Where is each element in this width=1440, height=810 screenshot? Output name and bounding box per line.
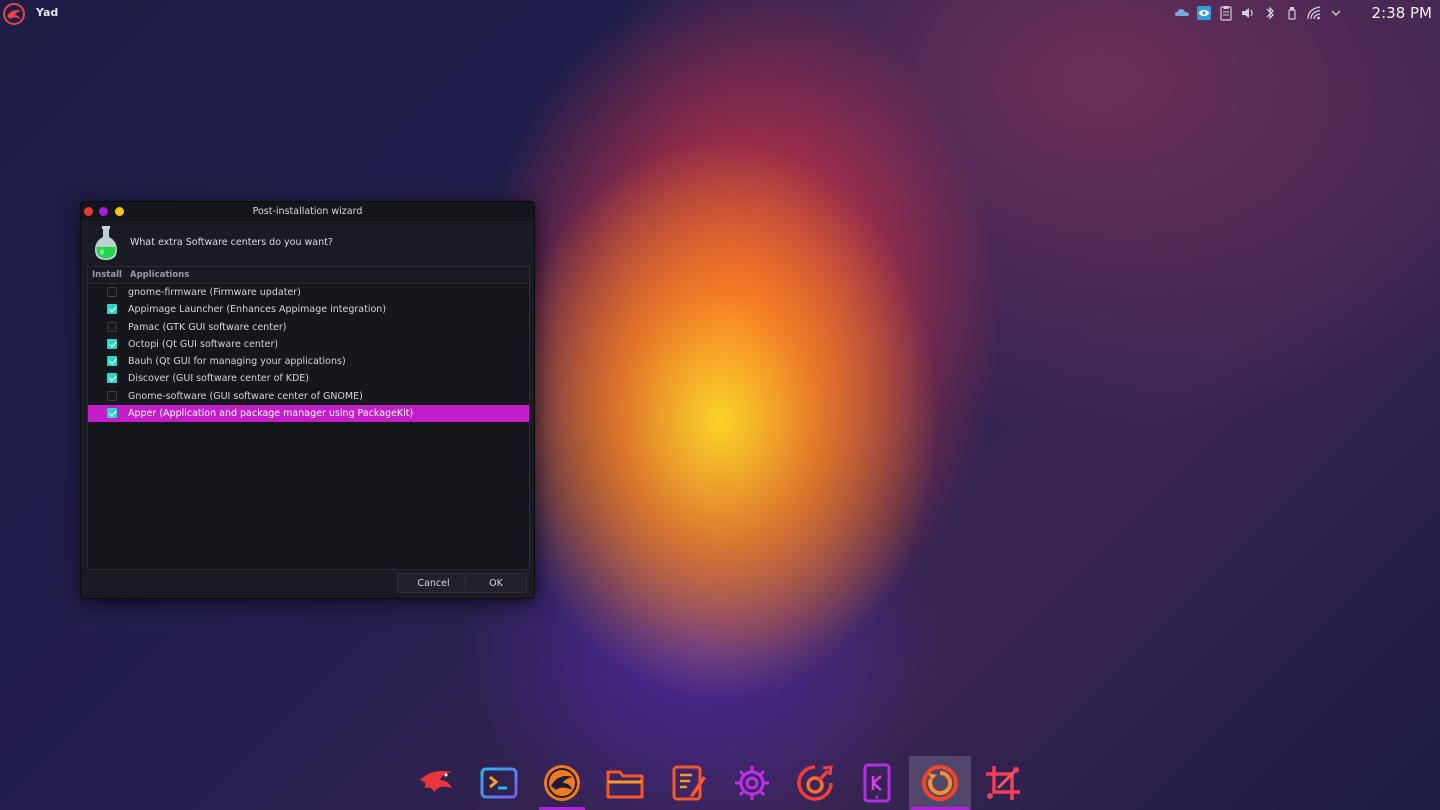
terminal-icon <box>480 767 518 799</box>
dock <box>410 756 1030 810</box>
kde-connect-icon <box>863 763 891 803</box>
list-item[interactable]: Bauh (Qt GUI for managing your applicati… <box>88 353 529 370</box>
titlebar[interactable]: Post-installation wizard <box>81 202 534 221</box>
application-label: Pamac (GTK GUI software center) <box>128 321 287 333</box>
install-checkbox[interactable] <box>107 304 117 315</box>
install-checkbox[interactable] <box>107 287 117 297</box>
wifi-icon[interactable] <box>1306 5 1322 21</box>
list-rows: gnome-firmware (Firmware updater) Appimag… <box>88 284 529 423</box>
application-label: gnome-firmware (Firmware updater) <box>128 287 301 298</box>
column-applications[interactable]: Applications <box>130 270 189 280</box>
dialog-question: What extra Software centers do you want? <box>130 237 333 248</box>
clipboard-icon[interactable] <box>1218 5 1234 21</box>
application-label: Apper (Application and package manager u… <box>128 408 414 420</box>
list-item[interactable]: Octopi (Qt GUI software center) <box>88 336 529 353</box>
install-checkbox[interactable] <box>107 408 117 419</box>
settings-gear-icon <box>735 766 769 800</box>
cancel-button[interactable]: Cancel <box>397 573 470 593</box>
application-label: Appimage Launcher (Enhances Appimage int… <box>128 304 387 316</box>
install-checkbox[interactable] <box>107 321 117 332</box>
eye-icon[interactable] <box>1196 5 1212 21</box>
dock-item-kde-connect[interactable] <box>852 756 902 810</box>
application-label: Discover (GUI software center of KDE) <box>128 373 310 385</box>
list-item[interactable]: Gnome-software (GUI software center of G… <box>88 388 529 405</box>
dock-item-garuda-welcome[interactable] <box>537 756 587 810</box>
text-editor-icon <box>672 765 706 801</box>
list-item[interactable]: gnome-firmware (Firmware updater) <box>88 284 529 301</box>
dock-item-setup-assistant[interactable] <box>909 756 971 810</box>
garuda-logo-icon[interactable] <box>2 2 26 26</box>
list-item[interactable]: Discover (GUI software center of KDE) <box>88 370 529 387</box>
dock-item-settings[interactable] <box>727 756 777 810</box>
usb-icon[interactable] <box>1284 5 1300 21</box>
ok-button[interactable]: OK <box>465 573 527 593</box>
flask-icon <box>93 225 119 261</box>
dialog-header: What extra Software centers do you want? <box>81 221 534 266</box>
top-panel: Yad 2:38 PM <box>0 0 1440 28</box>
dock-item-text-editor[interactable] <box>664 756 714 810</box>
system-tray <box>1174 5 1344 21</box>
dock-item-eagle[interactable] <box>412 756 462 810</box>
list-item[interactable]: Appimage Launcher (Enhances Appimage int… <box>88 301 529 318</box>
volume-icon[interactable] <box>1240 5 1256 21</box>
chevron-down-icon[interactable] <box>1328 5 1344 21</box>
garuda-welcome-icon <box>544 765 580 801</box>
clock[interactable]: 2:38 PM <box>1372 4 1432 22</box>
post-install-wizard-window: Post-installation wizard What extra Soft… <box>80 201 535 599</box>
dock-item-terminal[interactable] <box>474 756 524 810</box>
active-app-name: Yad <box>36 6 59 19</box>
application-label: Octopi (Qt GUI software center) <box>128 338 279 350</box>
install-checkbox[interactable] <box>107 373 117 384</box>
install-checkbox[interactable] <box>107 338 117 349</box>
application-label: Gnome-software (GUI software center of G… <box>128 390 363 402</box>
dock-item-file-manager[interactable] <box>600 756 650 810</box>
dock-item-screenshot[interactable] <box>978 756 1028 810</box>
bluetooth-icon[interactable] <box>1262 5 1278 21</box>
screenshot-crop-icon <box>986 766 1020 800</box>
install-checkbox[interactable] <box>107 356 117 367</box>
software-center-list: Install Applications gnome-firmware (Fir… <box>87 266 530 570</box>
eagle-app-icon <box>420 771 452 792</box>
assistant-icon <box>797 765 833 801</box>
column-install[interactable]: Install <box>92 270 122 280</box>
window-title: Post-installation wizard <box>252 206 363 217</box>
cloud-icon[interactable] <box>1174 5 1190 21</box>
list-item[interactable]: Apper (Application and package manager u… <box>88 405 529 423</box>
file-manager-icon <box>606 770 644 799</box>
list-column-header: Install Applications <box>88 267 529 284</box>
setup-assistant-icon <box>922 765 958 801</box>
list-item[interactable]: Pamac (GTK GUI software center) <box>88 319 529 336</box>
application-label: Bauh (Qt GUI for managing your applicati… <box>128 356 346 368</box>
install-checkbox[interactable] <box>107 390 117 401</box>
dock-item-assistant[interactable] <box>790 756 840 810</box>
